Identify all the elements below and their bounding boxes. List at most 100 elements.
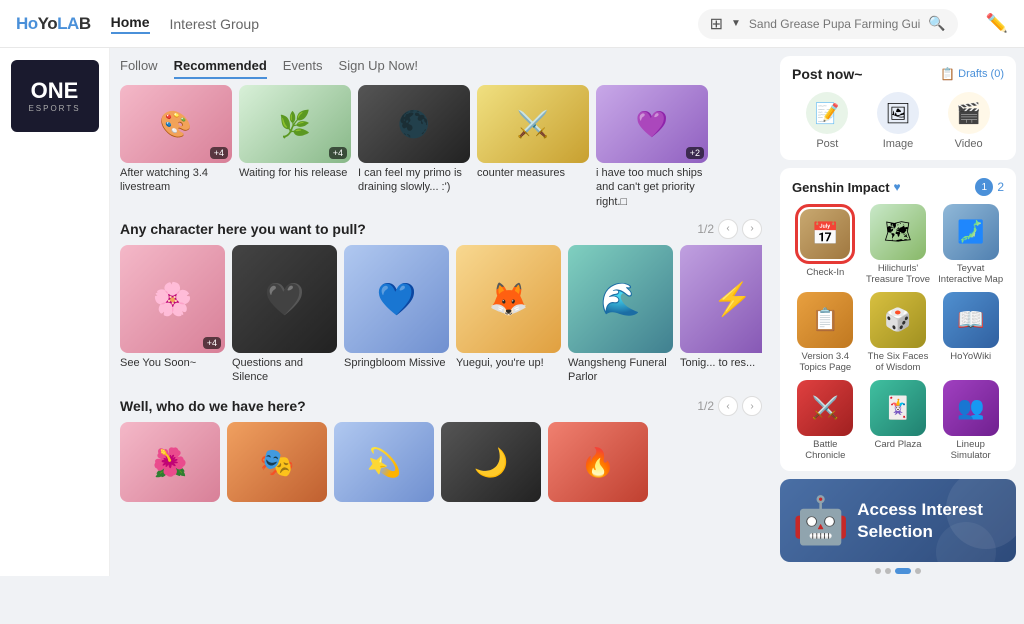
well-card-0[interactable]: 🌺 (120, 422, 220, 502)
nav-interest-group[interactable]: Interest Group (170, 16, 260, 32)
pull-card-1[interactable]: 🖤 Questions and Silence (232, 245, 337, 385)
main-nav: Home Interest Group (111, 14, 259, 34)
post-action-video[interactable]: 🎬 Video (948, 92, 990, 150)
nav-home[interactable]: Home (111, 14, 150, 34)
post-now-card: Post now~ 📋 Drafts (0) 📝 Post 🖼 Image 🎬 (780, 56, 1016, 160)
card-title-1: Waiting for his release (239, 166, 351, 180)
grid-icon[interactable]: ⊞ (710, 14, 723, 34)
post-now-header: Post now~ 📋 Drafts (0) (792, 66, 1004, 82)
main-layout: ONE ESPORTS Follow Recommended Events Si… (0, 48, 1024, 576)
genshin-card: Genshin Impact ♥ 1 2 📅 Check-In 🗺 (780, 168, 1016, 471)
right-sidebar: Post now~ 📋 Drafts (0) 📝 Post 🖼 Image 🎬 (772, 48, 1024, 576)
post-card-1[interactable]: 🌿 +4 Waiting for his release (239, 85, 351, 209)
genshin-item-wisdom[interactable]: 🎲 The Six Faces of Wisdom (865, 292, 932, 374)
tab-signup[interactable]: Sign Up Now! (339, 58, 418, 79)
well-prev-arrow[interactable]: ‹ (718, 396, 738, 416)
pull-cards-row: 🌸 +4 See You Soon~ 🖤 Questions and Silen… (120, 245, 762, 385)
post-card-3[interactable]: ⚔️ counter measures (477, 85, 589, 209)
top-posts-row: 🎨 +4 After watching 3.4 livestream 🌿 +4 … (120, 85, 762, 209)
well-next-arrow[interactable]: › (742, 396, 762, 416)
left-sidebar: ONE ESPORTS (0, 48, 110, 576)
pull-card-2[interactable]: 💙 Springbloom Missive (344, 245, 449, 385)
genshin-item-label-map: Teyvat Interactive Map (937, 263, 1004, 286)
genshin-item-checkin[interactable]: 📅 Check-In (792, 204, 859, 286)
access-banner[interactable]: 🤖 Access Interest Selection (780, 479, 1016, 562)
genshin-item-label-version: Version 3.4 Topics Page (792, 351, 859, 374)
card-img-1: 🌿 +4 (239, 85, 351, 163)
genshin-item-battle[interactable]: ⚔️ Battle Chronicle (792, 380, 859, 462)
header: HoYoLAB Home Interest Group ⊞ ▼ 🔍 ✏️ (0, 0, 1024, 48)
genshin-item-label-checkin: Check-In (806, 267, 844, 278)
pull-card-0[interactable]: 🌸 +4 See You Soon~ (120, 245, 225, 385)
pull-section: Any character here you want to pull? 1/2… (120, 219, 762, 385)
tab-follow[interactable]: Follow (120, 58, 158, 79)
search-input[interactable] (749, 17, 920, 31)
edit-icon[interactable]: ✏️ (986, 13, 1008, 34)
pull-next-arrow[interactable]: › (742, 219, 762, 239)
genshin-item-label-battle: Battle Chronicle (792, 439, 859, 462)
well-card-2[interactable]: 💫 (334, 422, 434, 502)
pull-section-title: Any character here you want to pull? (120, 221, 366, 237)
pull-card-3[interactable]: 🦊 Yuegui, you're up! (456, 245, 561, 385)
post-action-image[interactable]: 🖼 Image (877, 92, 919, 150)
post-now-title: Post now~ (792, 66, 862, 82)
well-cards-row: 🌺 🎭 💫 🌙 🔥 (120, 422, 762, 502)
access-mascot: 🤖 (792, 493, 849, 548)
genshin-item-lineup[interactable]: 👥 Lineup Simulator (937, 380, 1004, 462)
tab-events[interactable]: Events (283, 58, 323, 79)
genshin-item-treasure[interactable]: 🗺 Hilichurls' Treasure Trove (865, 204, 932, 286)
heart-icon: ♥ (894, 180, 901, 194)
post-action-post[interactable]: 📝 Post (806, 92, 848, 150)
access-text: Access Interest Selection (857, 499, 1004, 543)
card-title-4: i have too much ships and can't get prio… (596, 166, 708, 209)
pull-card-title-4: Wangsheng Funeral Parlor (568, 356, 673, 385)
pull-prev-arrow[interactable]: ‹ (718, 219, 738, 239)
post-actions: 📝 Post 🖼 Image 🎬 Video (792, 92, 1004, 150)
search-bar: ⊞ ▼ 🔍 (698, 9, 958, 39)
search-icon[interactable]: 🔍 (928, 15, 945, 32)
dropdown-icon[interactable]: ▼ (731, 18, 741, 29)
one-esports-ad[interactable]: ONE ESPORTS (11, 60, 99, 132)
well-card-1[interactable]: 🎭 (227, 422, 327, 502)
main-content: Follow Recommended Events Sign Up Now! 🎨… (110, 48, 772, 576)
card-img-2: 🌑 (358, 85, 470, 163)
card-title-2: I can feel my primo is draining slowly..… (358, 166, 470, 195)
well-card-4[interactable]: 🔥 (548, 422, 648, 502)
pull-card-title-1: Questions and Silence (232, 356, 337, 385)
card-title-3: counter measures (477, 166, 589, 180)
genshin-title: Genshin Impact ♥ (792, 180, 901, 195)
well-pagination: 1/2 ‹ › (697, 396, 762, 416)
pull-pagination: 1/2 ‹ › (697, 219, 762, 239)
pull-card-5[interactable]: ⚡ Tonig... to res... (680, 245, 762, 385)
well-section-header: Well, who do we have here? 1/2 ‹ › (120, 396, 762, 416)
genshin-item-label-card: Card Plaza (874, 439, 921, 450)
tabs-bar: Follow Recommended Events Sign Up Now! (120, 48, 762, 85)
esports-label: ESPORTS (19, 104, 91, 113)
genshin-item-label-wisdom: The Six Faces of Wisdom (865, 351, 932, 374)
genshin-page-1[interactable]: 1 (975, 178, 993, 196)
tab-recommended[interactable]: Recommended (174, 58, 267, 79)
pull-card-4[interactable]: 🌊 Wangsheng Funeral Parlor (568, 245, 673, 385)
post-card-0[interactable]: 🎨 +4 After watching 3.4 livestream (120, 85, 232, 209)
card-img-4: 💜 +2 (596, 85, 708, 163)
well-card-3[interactable]: 🌙 (441, 422, 541, 502)
banner-dots (780, 568, 1016, 574)
logo[interactable]: HoYoLAB (16, 14, 91, 34)
genshin-item-version[interactable]: 📋 Version 3.4 Topics Page (792, 292, 859, 374)
drafts-link[interactable]: 📋 Drafts (0) (940, 67, 1004, 81)
pull-section-header: Any character here you want to pull? 1/2… (120, 219, 762, 239)
genshin-item-map[interactable]: 🗾 Teyvat Interactive Map (937, 204, 1004, 286)
card-title-0: After watching 3.4 livestream (120, 166, 232, 195)
genshin-page-2[interactable]: 2 (997, 180, 1004, 194)
genshin-item-card[interactable]: 🃏 Card Plaza (865, 380, 932, 462)
post-card-4[interactable]: 💜 +2 i have too much ships and can't get… (596, 85, 708, 209)
well-section-title: Well, who do we have here? (120, 398, 306, 414)
card-img-3: ⚔️ (477, 85, 589, 163)
pull-card-title-5: Tonig... to res... (680, 356, 762, 370)
genshin-item-label-treasure: Hilichurls' Treasure Trove (865, 263, 932, 286)
post-card-2[interactable]: 🌑 I can feel my primo is draining slowly… (358, 85, 470, 209)
card-img-0: 🎨 +4 (120, 85, 232, 163)
pull-card-title-2: Springbloom Missive (344, 356, 449, 370)
genshin-item-wiki[interactable]: 📖 HoYoWiki (937, 292, 1004, 374)
genshin-pages: 1 2 (975, 178, 1004, 196)
